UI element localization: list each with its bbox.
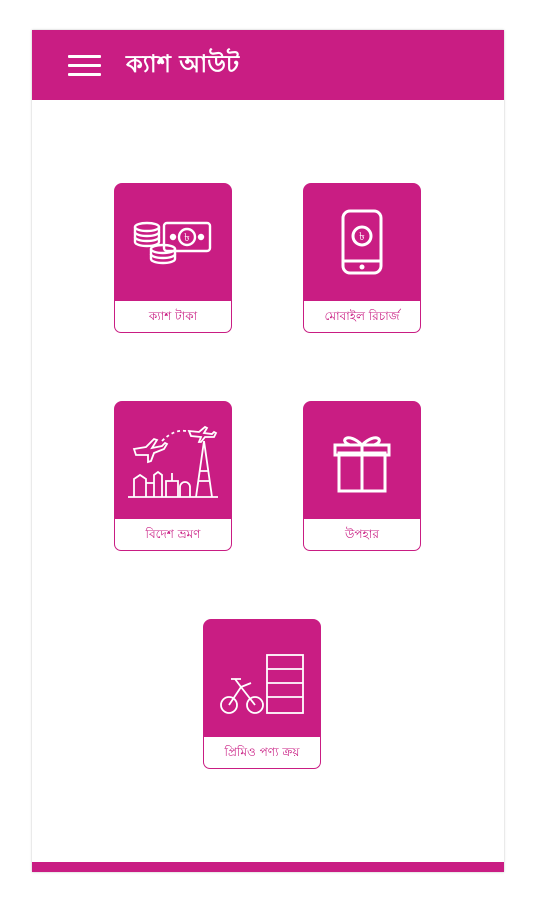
tile-icon-area bbox=[114, 401, 232, 519]
tile-label: প্রিমিও পণ্য ক্রয় bbox=[203, 737, 321, 769]
tile-label: বিদেশ ভ্রমণ bbox=[114, 519, 232, 551]
app-screen: ক্যাশ আউট ৳ ক্যাশ টাকা ৳ মোবাইল রিচার্জ … bbox=[32, 30, 504, 872]
tile-cash-taka[interactable]: ৳ ক্যাশ টাকা bbox=[114, 183, 232, 335]
svg-text:৳: ৳ bbox=[184, 231, 189, 244]
tile-label: মোবাইল রিচার্জ bbox=[303, 301, 421, 333]
tile-icon-area: ৳ bbox=[303, 183, 421, 301]
page-title: ক্যাশ আউট bbox=[126, 50, 240, 78]
tile-icon-area bbox=[203, 619, 321, 737]
tile-mobile-recharge[interactable]: ৳ মোবাইল রিচার্জ bbox=[303, 183, 421, 335]
premium-products-icon bbox=[220, 654, 304, 714]
travel-landmarks-icon bbox=[128, 425, 218, 498]
tile-foreign-travel[interactable]: বিদেশ ভ্রমণ bbox=[114, 401, 232, 553]
mobile-taka-icon: ৳ bbox=[341, 209, 383, 275]
hamburger-menu-icon[interactable] bbox=[66, 52, 106, 78]
cash-coins-icon: ৳ bbox=[133, 221, 212, 265]
svg-text:৳: ৳ bbox=[359, 230, 364, 243]
gift-box-icon bbox=[333, 436, 391, 493]
bottom-accent-bar bbox=[32, 862, 504, 872]
tile-gift[interactable]: উপহার bbox=[303, 401, 421, 553]
tile-label: ক্যাশ টাকা bbox=[114, 301, 232, 333]
app-bar: ক্যাশ আউট bbox=[32, 30, 504, 100]
tile-label: উপহার bbox=[303, 519, 421, 551]
tile-icon-area bbox=[303, 401, 421, 519]
tile-premium-products[interactable]: প্রিমিও পণ্য ক্রয় bbox=[203, 619, 321, 771]
tile-icon-area: ৳ bbox=[114, 183, 232, 301]
